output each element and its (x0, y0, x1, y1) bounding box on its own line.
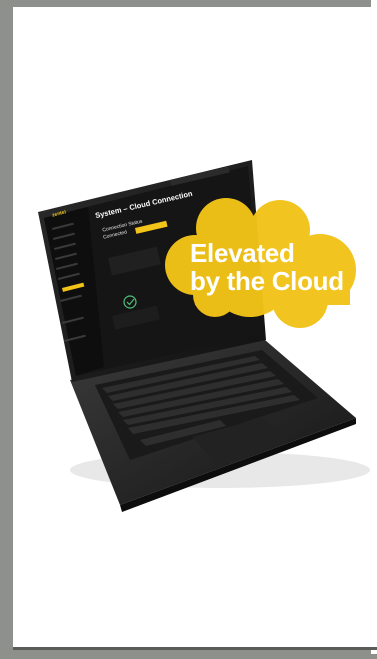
laptop-svg (38, 160, 370, 512)
headline-line-2: by the Cloud (190, 266, 344, 296)
laptop-illustration: Elevated by the Cloud zentel System – Cl… (0, 0, 377, 654)
headline-line-1: Elevated (190, 238, 295, 268)
